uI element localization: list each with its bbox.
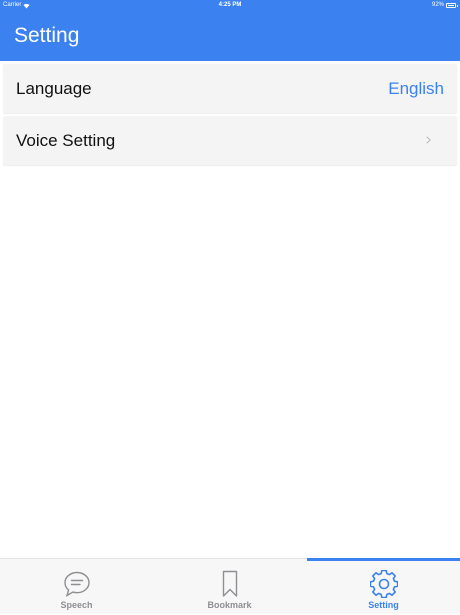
tab-bar: Speech Bookmark Setting: [0, 558, 460, 614]
status-time: 4:25 PM: [218, 2, 242, 8]
battery-percent: 92%: [431, 2, 444, 8]
tab-speech[interactable]: Speech: [0, 559, 153, 615]
status-battery: 92%: [431, 0, 458, 11]
tab-setting[interactable]: Setting: [307, 558, 460, 615]
voice-setting-row[interactable]: Voice Setting: [3, 116, 457, 165]
selected-tab-indicator: [307, 558, 460, 561]
battery-icon: [446, 3, 458, 8]
bookmark-icon: [222, 570, 237, 597]
voice-setting-label: Voice Setting: [16, 131, 116, 150]
language-label: Language: [16, 79, 92, 98]
language-value[interactable]: English: [388, 64, 444, 113]
tab-bookmark[interactable]: Bookmark: [153, 559, 306, 615]
tab-setting-label: Setting: [368, 600, 399, 610]
tab-bookmark-label: Bookmark: [207, 600, 252, 610]
navigation-bar: Setting: [0, 11, 460, 61]
status-bar: Carrier 4:25 PM 92%: [0, 0, 460, 11]
tab-speech-label: Speech: [60, 600, 93, 610]
language-row[interactable]: Language English: [3, 64, 457, 113]
speech-bubble-icon: [63, 571, 90, 597]
gear-icon: [369, 570, 398, 598]
chevron-right-icon: [426, 136, 431, 144]
page-title: Setting: [14, 24, 80, 47]
